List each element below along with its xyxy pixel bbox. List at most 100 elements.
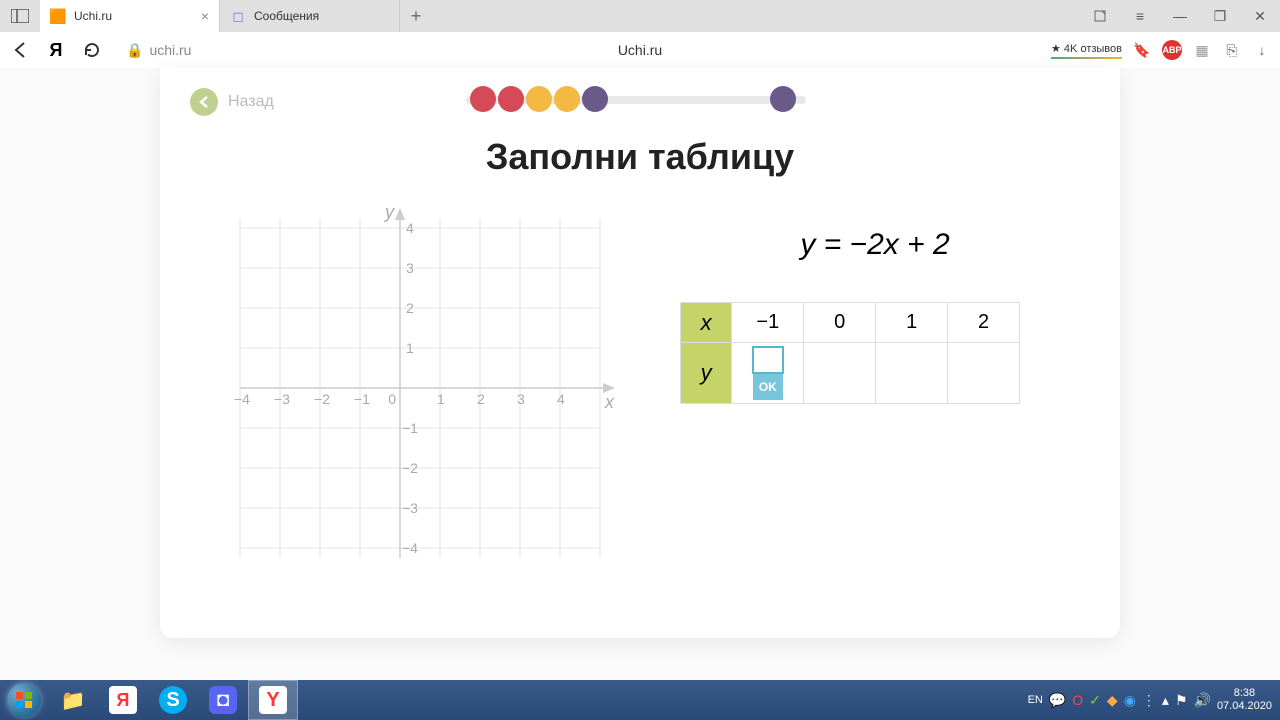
menu-button[interactable]: ≡: [1120, 0, 1160, 32]
tray-bluetooth-icon[interactable]: ⋮: [1142, 692, 1156, 709]
y-value-cell: [948, 343, 1020, 404]
taskbar-clock[interactable]: 8:38 07.04.2020: [1217, 687, 1272, 713]
progress-dot: [554, 86, 580, 112]
extension-icon[interactable]: ▦: [1192, 40, 1212, 60]
progress-dot: [526, 86, 552, 112]
table-row-x: x −1 0 1 2: [681, 303, 1020, 343]
tab-favicon-uchi: 🟧: [50, 8, 66, 24]
table-row-y: y OK: [681, 343, 1020, 404]
lesson-back-button[interactable]: Назад: [190, 88, 274, 116]
tray-app-icon[interactable]: ◆: [1107, 692, 1118, 709]
svg-text:−1: −1: [354, 391, 370, 407]
progress-dot: [498, 86, 524, 112]
y-value-input[interactable]: [752, 346, 784, 374]
tab-title: Сообщения: [254, 9, 319, 23]
sidebar-toggle-button[interactable]: [0, 0, 40, 32]
maximize-button[interactable]: ❐: [1200, 0, 1240, 32]
svg-text:3: 3: [406, 260, 414, 276]
yandex-icon: Я: [109, 686, 137, 714]
svg-text:−3: −3: [402, 500, 418, 516]
address-bar: Я 🔒 uchi.ru Uchi.ru ★ 4K отзывов 🔖 ABP ▦…: [0, 32, 1280, 68]
svg-text:1: 1: [406, 340, 414, 356]
tray-opera-icon[interactable]: O: [1072, 692, 1083, 708]
tab-title: Uchi.ru: [74, 9, 112, 23]
folder-icon: 📁: [59, 686, 87, 714]
svg-text:1: 1: [437, 391, 445, 407]
tray-volume-icon[interactable]: 🔊: [1194, 692, 1211, 709]
window-controls: ≡ — ❐ ✕: [1080, 0, 1280, 32]
x-value-cell: −1: [732, 303, 804, 343]
download-icon[interactable]: ↓: [1252, 40, 1272, 60]
bookmark-icon[interactable]: 🔖: [1132, 40, 1152, 60]
progress-dot: [470, 86, 496, 112]
tray-chevron-up-icon[interactable]: ▴: [1162, 692, 1169, 709]
reload-button[interactable]: [80, 38, 104, 62]
equation-display: y = −2x + 2: [680, 228, 1070, 262]
svg-text:−2: −2: [314, 391, 330, 407]
y-input-cell: OK: [732, 343, 804, 404]
skype-icon: S: [159, 686, 187, 714]
taskbar-item-discord[interactable]: ◘: [198, 680, 248, 720]
taskbar: 📁 Я S ◘ Y EN 💬 O ✓ ◆ ◉ ⋮ ▴ ⚑ 🔊 8:38 07.0…: [0, 680, 1280, 720]
address-bar-right: ★ 4K отзывов 🔖 ABP ▦ ⎘ ↓: [1051, 40, 1272, 60]
tray-app2-icon[interactable]: ◉: [1124, 692, 1136, 709]
tab-favicon-discord: ◻: [230, 8, 246, 24]
new-tab-button[interactable]: +: [400, 0, 432, 32]
close-icon[interactable]: ×: [201, 8, 209, 24]
tray-flag-icon[interactable]: ⚑: [1175, 692, 1188, 709]
x-value-cell: 0: [804, 303, 876, 343]
tray-chat-icon[interactable]: 💬: [1049, 692, 1066, 709]
x-header: x: [681, 303, 732, 343]
adblock-icon[interactable]: ABP: [1162, 40, 1182, 60]
windows-logo-icon: [7, 683, 41, 717]
svg-text:4: 4: [406, 220, 414, 236]
progress-dots: [470, 86, 796, 112]
taskbar-item-yandex[interactable]: Я: [98, 680, 148, 720]
progress-dot: [582, 86, 608, 112]
ok-button[interactable]: OK: [753, 374, 783, 400]
svg-text:−1: −1: [402, 420, 418, 436]
taskbar-item-explorer[interactable]: 📁: [48, 680, 98, 720]
close-window-button[interactable]: ✕: [1240, 0, 1280, 32]
x-value-cell: 1: [876, 303, 948, 343]
yandex-home-button[interactable]: Я: [44, 38, 68, 62]
svg-text:0: 0: [388, 391, 396, 407]
taskbar-item-skype[interactable]: S: [148, 680, 198, 720]
svg-text:−2: −2: [402, 460, 418, 476]
svg-text:−4: −4: [402, 540, 418, 556]
page-title: Uchi.ru: [618, 42, 662, 58]
start-button[interactable]: [0, 680, 48, 720]
tab-uchi[interactable]: 🟧 Uchi.ru ×: [40, 0, 220, 32]
svg-text:3: 3: [517, 391, 525, 407]
clock-date: 07.04.2020: [1217, 700, 1272, 713]
back-label: Назад: [228, 93, 274, 111]
svg-text:−3: −3: [274, 391, 290, 407]
lock-icon: 🔒: [126, 42, 143, 59]
url-display[interactable]: 🔒 uchi.ru: [126, 42, 191, 59]
reviews-badge[interactable]: ★ 4K отзывов: [1051, 42, 1122, 59]
language-indicator[interactable]: EN: [1028, 694, 1043, 706]
svg-text:4: 4: [557, 391, 565, 407]
clock-time: 8:38: [1217, 687, 1272, 700]
coordinate-grid: 4 3 2 1 0 −1 −2 −3 −4 −4 −3 −2 −1 1 2 3: [210, 198, 630, 578]
back-button[interactable]: [8, 38, 32, 62]
translate-icon[interactable]: ⎘: [1222, 40, 1242, 60]
yandex-browser-icon: Y: [259, 686, 287, 714]
xy-table: x −1 0 1 2 y OK: [680, 302, 1020, 404]
taskbar-item-browser[interactable]: Y: [248, 680, 298, 720]
y-header: y: [681, 343, 732, 404]
y-value-cell: [804, 343, 876, 404]
card-header: Назад: [190, 88, 1090, 116]
task-body: 4 3 2 1 0 −1 −2 −3 −4 −4 −3 −2 −1 1 2 3: [190, 198, 1090, 578]
tab-strip: 🟧 Uchi.ru × ◻ Сообщения + ≡ — ❐ ✕: [0, 0, 1280, 32]
task-right-panel: y = −2x + 2 x −1 0 1 2 y OK: [680, 198, 1070, 578]
svg-text:−4: −4: [234, 391, 250, 407]
tray-shield-icon[interactable]: ✓: [1089, 692, 1101, 709]
system-tray: EN 💬 O ✓ ◆ ◉ ⋮ ▴ ⚑ 🔊 8:38 07.04.2020: [1028, 687, 1280, 713]
minimize-button[interactable]: —: [1160, 0, 1200, 32]
svg-text:2: 2: [406, 300, 414, 316]
progress-dot-end: [770, 86, 796, 112]
page-content: Назад Заполни таблицу: [0, 68, 1280, 680]
tab-messages[interactable]: ◻ Сообщения: [220, 0, 400, 32]
pin-button[interactable]: [1080, 0, 1120, 32]
